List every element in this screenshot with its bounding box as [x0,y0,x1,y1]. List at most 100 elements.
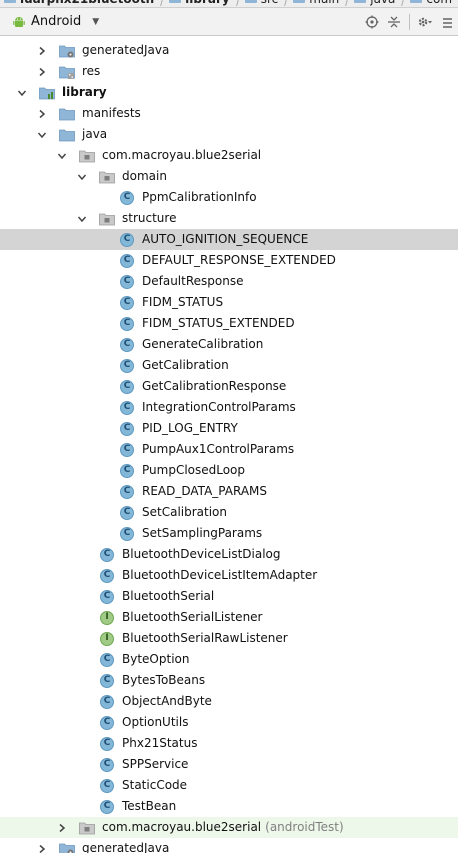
breadcrumb-item[interactable]: main [289,0,345,7]
class-badge: C [100,694,114,709]
tree-leaf-row[interactable]: C TestBean [0,796,458,817]
class-icon: C [119,253,135,268]
tree-node-row[interactable]: generatedJava [0,40,458,61]
hide-panel-icon[interactable] [436,11,458,33]
tree-leaf-row[interactable]: C DEFAULT_RESPONSE_EXTENDED [0,250,458,271]
tree-leaf-row[interactable]: I BluetoothSerialRawListener [0,628,458,649]
tree-node-row[interactable]: res [0,61,458,82]
class-icon: C [99,799,115,814]
tree-item-label: SetSamplingParams [142,523,262,544]
sync-icon[interactable] [361,11,383,33]
class-icon: C [119,526,135,541]
tree-node-row[interactable]: generatedJava [0,838,458,853]
tree-item-text: DEFAULT_RESPONSE_EXTENDED [142,253,336,267]
tree-leaf-row[interactable]: C BluetoothSerial [0,586,458,607]
tree-item-text: BytesToBeans [122,673,206,687]
breadcrumb-item[interactable]: java [350,0,401,7]
tree-item-text: BluetoothSerialRawListener [122,631,288,645]
class-badge: C [120,526,134,541]
tree-item-label: PID_LOG_ENTRY [142,418,238,439]
tree-leaf-row[interactable]: C SetCalibration [0,502,458,523]
tree-leaf-row[interactable]: I BluetoothSerialListener [0,607,458,628]
project-panel: luarphx21bluetoothlibrarysrcmainjavacom … [0,0,458,853]
tree-leaf-row[interactable]: C FIDM_STATUS_EXTENDED [0,313,458,334]
tree-leaf-row[interactable]: C PumpAux1ControlParams [0,439,458,460]
tree-leaf-row[interactable]: C READ_DATA_PARAMS [0,481,458,502]
chevron-down-icon[interactable] [77,208,87,229]
tree-item-text: AUTO_IGNITION_SEQUENCE [142,232,309,246]
tree-node-row[interactable]: manifests [0,103,458,124]
chevron-right-icon[interactable] [57,817,67,838]
tree-node-row[interactable]: domain [0,166,458,187]
tree-node-row[interactable]: com.macroyau.blue2serial (androidTest) [0,817,458,838]
chevron-down-icon[interactable] [57,145,67,166]
tree-node-row[interactable]: com.macroyau.blue2serial [0,145,458,166]
tree-item-text: PumpAux1ControlParams [142,442,295,456]
interface-badge: I [100,631,114,646]
tree-item-text: SetSamplingParams [142,526,263,540]
tree-leaf-row[interactable]: C GetCalibrationResponse [0,376,458,397]
chevron-right-icon[interactable] [37,838,47,853]
tree-leaf-row[interactable]: C StaticCode [0,775,458,796]
tree-leaf-row[interactable]: C FIDM_STATUS [0,292,458,313]
tree-node-row[interactable]: java [0,124,458,145]
chevron-down-icon[interactable] [37,124,47,145]
class-badge: C [100,568,114,583]
tree-item-label: SetCalibration [142,502,227,523]
project-view-selector[interactable]: Android ▼ [0,8,99,36]
class-badge: C [100,778,114,793]
tree-leaf-row[interactable]: C IntegrationControlParams [0,397,458,418]
tree-leaf-row[interactable]: C Phx21Status [0,733,458,754]
project-toolbar: Android ▼ [0,8,458,36]
tree-item-label: AUTO_IGNITION_SEQUENCE [142,229,308,250]
breadcrumb-item[interactable]: com [406,0,458,7]
tree-item-text: ByteOption [122,652,190,666]
package-icon [99,211,115,226]
class-badge: C [100,652,114,667]
tree-item-label: GetCalibration [142,355,229,376]
tree-leaf-row[interactable]: C DefaultResponse [0,271,458,292]
tree-item-text: structure [122,211,177,225]
breadcrumb-label: luarphx21bluetooth [20,0,154,6]
chevron-down-icon[interactable] [17,82,27,103]
class-badge: C [120,190,134,205]
breadcrumb-item[interactable]: library [165,0,236,7]
interface-icon: I [99,631,115,646]
chevron-right-icon[interactable] [37,103,47,124]
tree-leaf-row[interactable]: C PumpClosedLoop [0,460,458,481]
tree-leaf-row[interactable]: C BytesToBeans [0,670,458,691]
class-icon: C [99,778,115,793]
tree-leaf-row[interactable]: C PID_LOG_ENTRY [0,418,458,439]
tree-node-row[interactable]: structure [0,208,458,229]
tree-item-text: generatedJava [82,43,170,57]
chevron-right-icon[interactable] [37,40,47,61]
class-icon: C [119,484,135,499]
tree-leaf-row[interactable]: C BluetoothDeviceListDialog [0,544,458,565]
class-badge: C [120,337,134,352]
tree-leaf-row[interactable]: C PpmCalibrationInfo [0,187,458,208]
tree-item-text: OptionUtils [122,715,189,729]
tree-leaf-row[interactable]: C ByteOption [0,649,458,670]
settings-icon[interactable] [414,11,436,33]
collapse-all-icon[interactable] [383,11,405,33]
java-generated-folder-icon [59,43,75,58]
class-badge: C [100,757,114,772]
tree-leaf-row[interactable]: C GenerateCalibration [0,334,458,355]
tree-leaf-row[interactable]: C OptionUtils [0,712,458,733]
chevron-down-icon: ▼ [92,16,100,27]
tree-leaf-row[interactable]: C ObjectAndByte [0,691,458,712]
tree-leaf-row[interactable]: C SetSamplingParams [0,523,458,544]
chevron-right-icon[interactable] [37,61,47,82]
tree-item-text: DefaultResponse [142,274,244,288]
tree-leaf-row[interactable]: C BluetoothDeviceListItemAdapter [0,565,458,586]
tree-item-text: java [82,127,108,141]
chevron-down-icon[interactable] [77,166,87,187]
breadcrumb-item[interactable]: src [241,0,285,7]
tree-leaf-row[interactable]: C AUTO_IGNITION_SEQUENCE [0,229,458,250]
breadcrumb-item[interactable]: luarphx21bluetooth [0,0,160,7]
folder-icon [354,0,367,3]
tree-leaf-row[interactable]: C SPPService [0,754,458,775]
tree-item-text: PID_LOG_ENTRY [142,421,238,435]
tree-node-row[interactable]: library [0,82,458,103]
tree-leaf-row[interactable]: C GetCalibration [0,355,458,376]
